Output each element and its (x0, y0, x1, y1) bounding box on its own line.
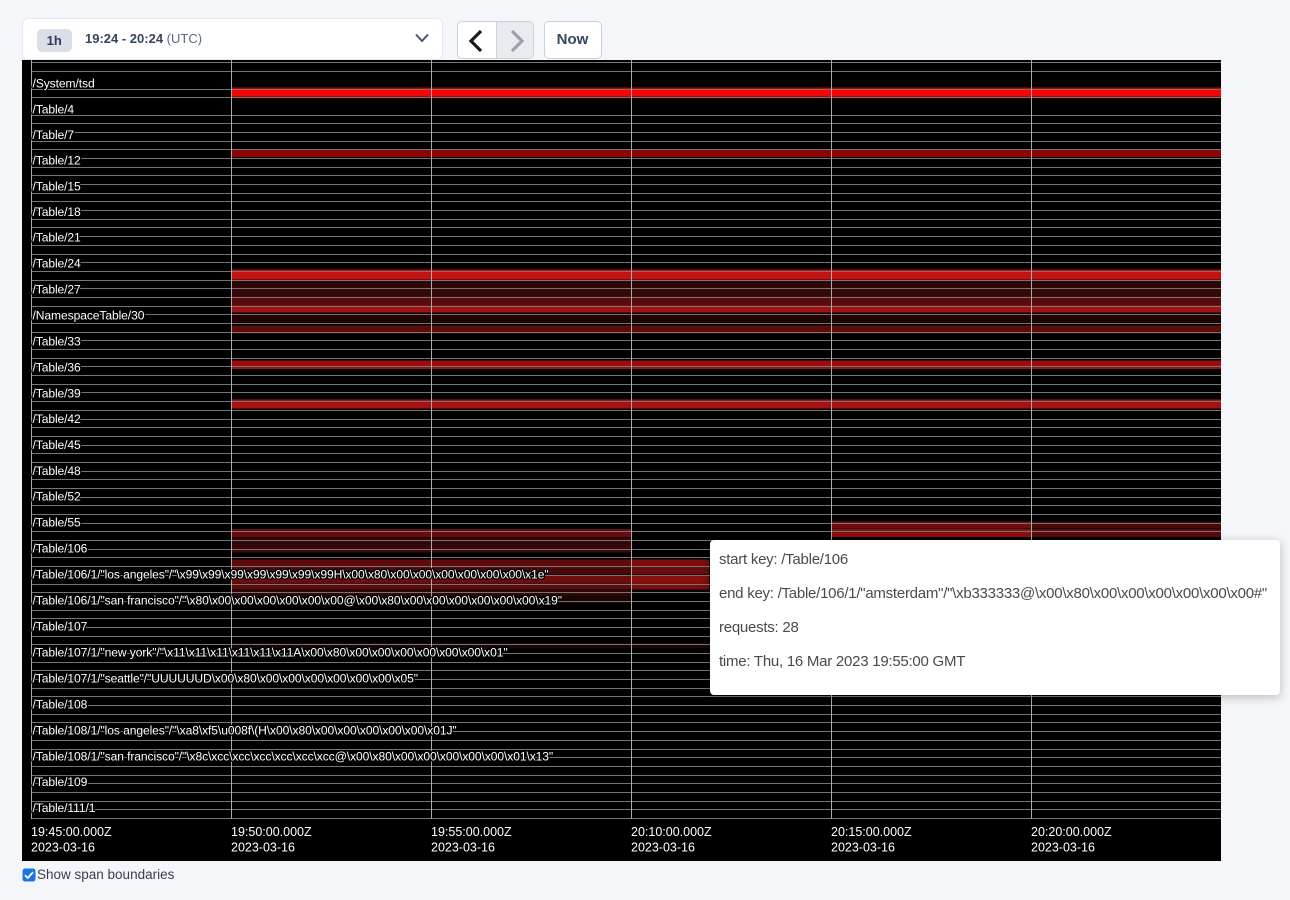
svg-text:/Table/107/1/"new york"/"\x11\: /Table/107/1/"new york"/"\x11\x11\x11\x1… (33, 645, 508, 659)
svg-text:/NamespaceTable/30: /NamespaceTable/30 (33, 308, 145, 322)
svg-text:/Table/24: /Table/24 (33, 256, 82, 270)
svg-text:2023-03-16: 2023-03-16 (31, 841, 95, 855)
svg-text:/Table/52: /Table/52 (33, 489, 82, 503)
svg-text:/Table/48: /Table/48 (33, 464, 82, 478)
svg-text:/Table/107/1/"seattle"/"UUUUUU: /Table/107/1/"seattle"/"UUUUUUD\x00\x80\… (33, 671, 419, 685)
svg-text:/Table/107: /Table/107 (33, 619, 88, 633)
svg-text:/Table/4: /Table/4 (33, 102, 75, 116)
svg-text:/Table/18: /Table/18 (33, 205, 82, 219)
svg-text:19:50:00.000Z: 19:50:00.000Z (231, 825, 312, 839)
svg-text:/Table/7: /Table/7 (33, 128, 75, 142)
svg-text:/Table/55: /Table/55 (33, 515, 82, 529)
svg-text:19:55:00.000Z: 19:55:00.000Z (431, 825, 512, 839)
svg-text:2023-03-16: 2023-03-16 (1031, 841, 1095, 855)
svg-text:/Table/36: /Table/36 (33, 360, 82, 374)
svg-text:20:20:00.000Z: 20:20:00.000Z (1031, 825, 1112, 839)
svg-text:20:15:00.000Z: 20:15:00.000Z (831, 825, 912, 839)
svg-text:/Table/108/1/"los angeles"/"\x: /Table/108/1/"los angeles"/"\xa8\xf5\u00… (33, 723, 457, 737)
svg-text:2023-03-16: 2023-03-16 (231, 841, 295, 855)
svg-text:19:45:00.000Z: 19:45:00.000Z (31, 825, 112, 839)
svg-text:/Table/39: /Table/39 (33, 386, 82, 400)
svg-text:/Table/33: /Table/33 (33, 334, 82, 348)
svg-text:/System/tsd: /System/tsd (33, 76, 95, 90)
svg-text:/Table/106/1/"san francisco"/": /Table/106/1/"san francisco"/"\x80\x00\x… (33, 593, 562, 607)
svg-text:/Table/27: /Table/27 (33, 282, 82, 296)
svg-text:2023-03-16: 2023-03-16 (631, 841, 695, 855)
svg-text:/Table/21: /Table/21 (33, 230, 82, 244)
svg-text:/Table/12: /Table/12 (33, 153, 82, 167)
svg-text:/Table/106/1/"los angeles"/"\x: /Table/106/1/"los angeles"/"\x99\x99\x99… (33, 567, 549, 581)
svg-text:/Table/109: /Table/109 (33, 775, 88, 789)
svg-text:/Table/15: /Table/15 (33, 179, 82, 193)
svg-text:/Table/106: /Table/106 (33, 541, 88, 555)
svg-text:/Table/108: /Table/108 (33, 697, 88, 711)
svg-text:/Table/111/1: /Table/111/1 (33, 801, 96, 815)
svg-text:20:10:00.000Z: 20:10:00.000Z (631, 825, 712, 839)
svg-text:/Table/108/1/"san francisco"/": /Table/108/1/"san francisco"/"\x8c\xcc\x… (33, 749, 554, 763)
svg-text:/Table/42: /Table/42 (33, 412, 82, 426)
svg-text:2023-03-16: 2023-03-16 (431, 841, 495, 855)
svg-text:2023-03-16: 2023-03-16 (831, 841, 895, 855)
svg-text:/Table/45: /Table/45 (33, 438, 82, 452)
